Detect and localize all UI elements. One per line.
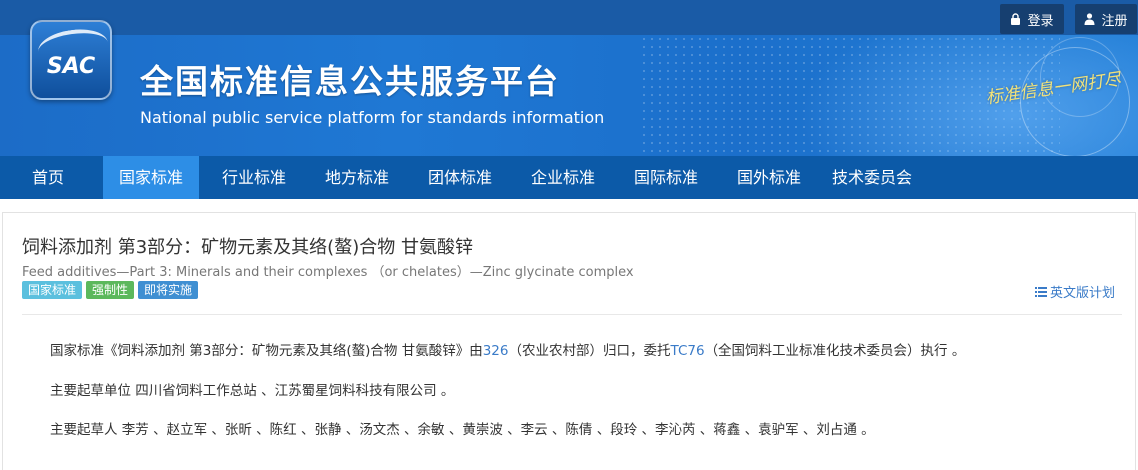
governance-prefix: 国家标准《饲料添加剂 第3部分：矿物元素及其络(螯)合物 甘氨酸锌》由 xyxy=(50,343,483,359)
nav-industry-standards[interactable]: 行业标准 xyxy=(206,156,302,199)
english-version-plan-link[interactable]: 英文版计划 xyxy=(1035,282,1115,301)
login-button[interactable]: 登录 xyxy=(1000,4,1064,34)
department-code-link[interactable]: 326 xyxy=(483,343,509,359)
nav-local-standards[interactable]: 地方标准 xyxy=(309,156,405,199)
status-badges: 国家标准 强制性 即将实施 xyxy=(22,281,199,299)
nav-technical-committees[interactable]: 技术委员会 xyxy=(824,156,920,199)
badge-upcoming: 即将实施 xyxy=(138,281,199,299)
standard-title-en: Feed additives—Part 3: Minerals and thei… xyxy=(22,265,634,280)
drafters: 主要起草人 李芳 、赵立军 、张昕 、陈红 、张静 、汤文杰 、余敏 、黄崇波 … xyxy=(50,422,875,438)
lock-icon xyxy=(1011,13,1021,25)
drafting-units: 主要起草单位 四川省饲料工作总站 、江苏蜀星饲料科技有限公司 。 xyxy=(50,383,455,399)
governance-suffix: （全国饲料工业标准化技术委员会）执行 。 xyxy=(704,343,966,359)
list-icon xyxy=(1035,286,1047,297)
standard-title: 饲料添加剂 第3部分：矿物元素及其络(螯)合物 甘氨酸锌 xyxy=(22,237,473,258)
register-label: 注册 xyxy=(1101,13,1128,29)
site-subtitle: National public service platform for sta… xyxy=(140,108,605,127)
main-nav: 首页 国家标准 行业标准 地方标准 团体标准 企业标准 国际标准 国外标准 技术… xyxy=(0,156,1138,199)
login-label: 登录 xyxy=(1027,13,1054,29)
register-button[interactable]: 注册 xyxy=(1075,4,1137,34)
top-bar: 登录 注册 xyxy=(0,0,1138,35)
badge-mandatory: 强制性 xyxy=(86,281,135,299)
nav-international-standards[interactable]: 国际标准 xyxy=(618,156,714,199)
badge-national-standard: 国家标准 xyxy=(22,281,83,299)
nav-foreign-standards[interactable]: 国外标准 xyxy=(721,156,817,199)
divider xyxy=(22,314,1122,315)
nav-home[interactable]: 首页 xyxy=(18,156,78,199)
governance-middle: （农业农村部）归口，委托 xyxy=(508,343,671,359)
sac-logo[interactable]: SAC xyxy=(30,20,112,100)
standard-detail-card: 饲料添加剂 第3部分：矿物元素及其络(螯)合物 甘氨酸锌 Feed additi… xyxy=(2,212,1136,470)
tc-code-link[interactable]: TC76 xyxy=(671,343,705,359)
user-icon xyxy=(1084,13,1095,25)
logo-text: SAC xyxy=(46,54,96,79)
nav-enterprise-standards[interactable]: 企业标准 xyxy=(515,156,611,199)
english-version-plan-label: 英文版计划 xyxy=(1050,286,1116,301)
site-title: 全国标准信息公共服务平台 xyxy=(140,62,560,101)
nav-national-standards[interactable]: 国家标准 xyxy=(103,156,199,199)
nav-group-standards[interactable]: 团体标准 xyxy=(412,156,508,199)
governance-paragraph: 国家标准《饲料添加剂 第3部分：矿物元素及其络(螯)合物 甘氨酸锌》由326（农… xyxy=(50,339,965,359)
